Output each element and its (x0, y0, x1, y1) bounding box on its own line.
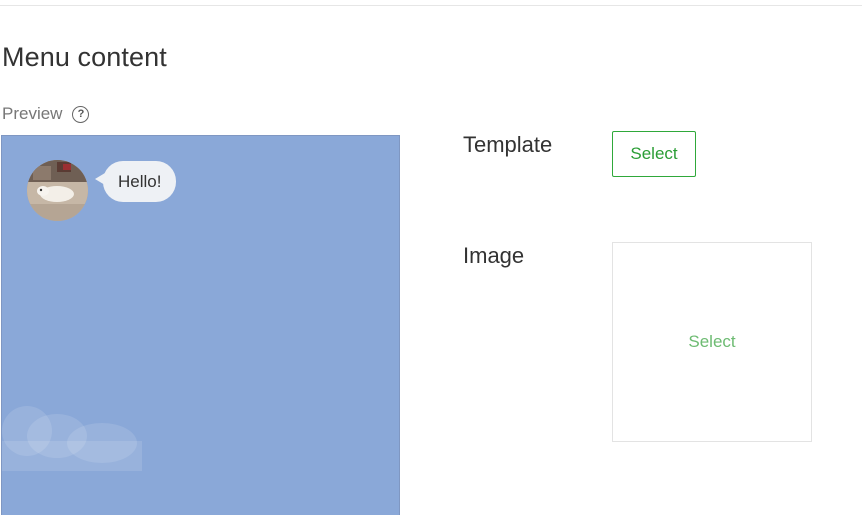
help-icon[interactable]: ? (72, 105, 90, 123)
template-label: Template (463, 132, 553, 157)
image-select-area[interactable]: Select (612, 242, 812, 442)
top-divider (0, 5, 862, 6)
message-bubble: Hello! (103, 161, 177, 202)
avatar-photo-icon (27, 160, 88, 221)
preview-label: Preview (2, 104, 63, 123)
preview-header: Preview ? (2, 104, 90, 124)
cloud-decoration-icon (2, 406, 142, 471)
template-select-button[interactable]: Select (612, 131, 696, 177)
section-title: Menu content (2, 42, 167, 72)
chat-preview: Hello! (1, 135, 400, 515)
menu-content-editor: Menu content Preview ? Hello! Template S… (0, 0, 862, 515)
avatar (27, 160, 88, 221)
message-text: Hello! (118, 171, 162, 191)
image-label: Image (463, 243, 525, 268)
image-select-label: Select (688, 332, 736, 351)
